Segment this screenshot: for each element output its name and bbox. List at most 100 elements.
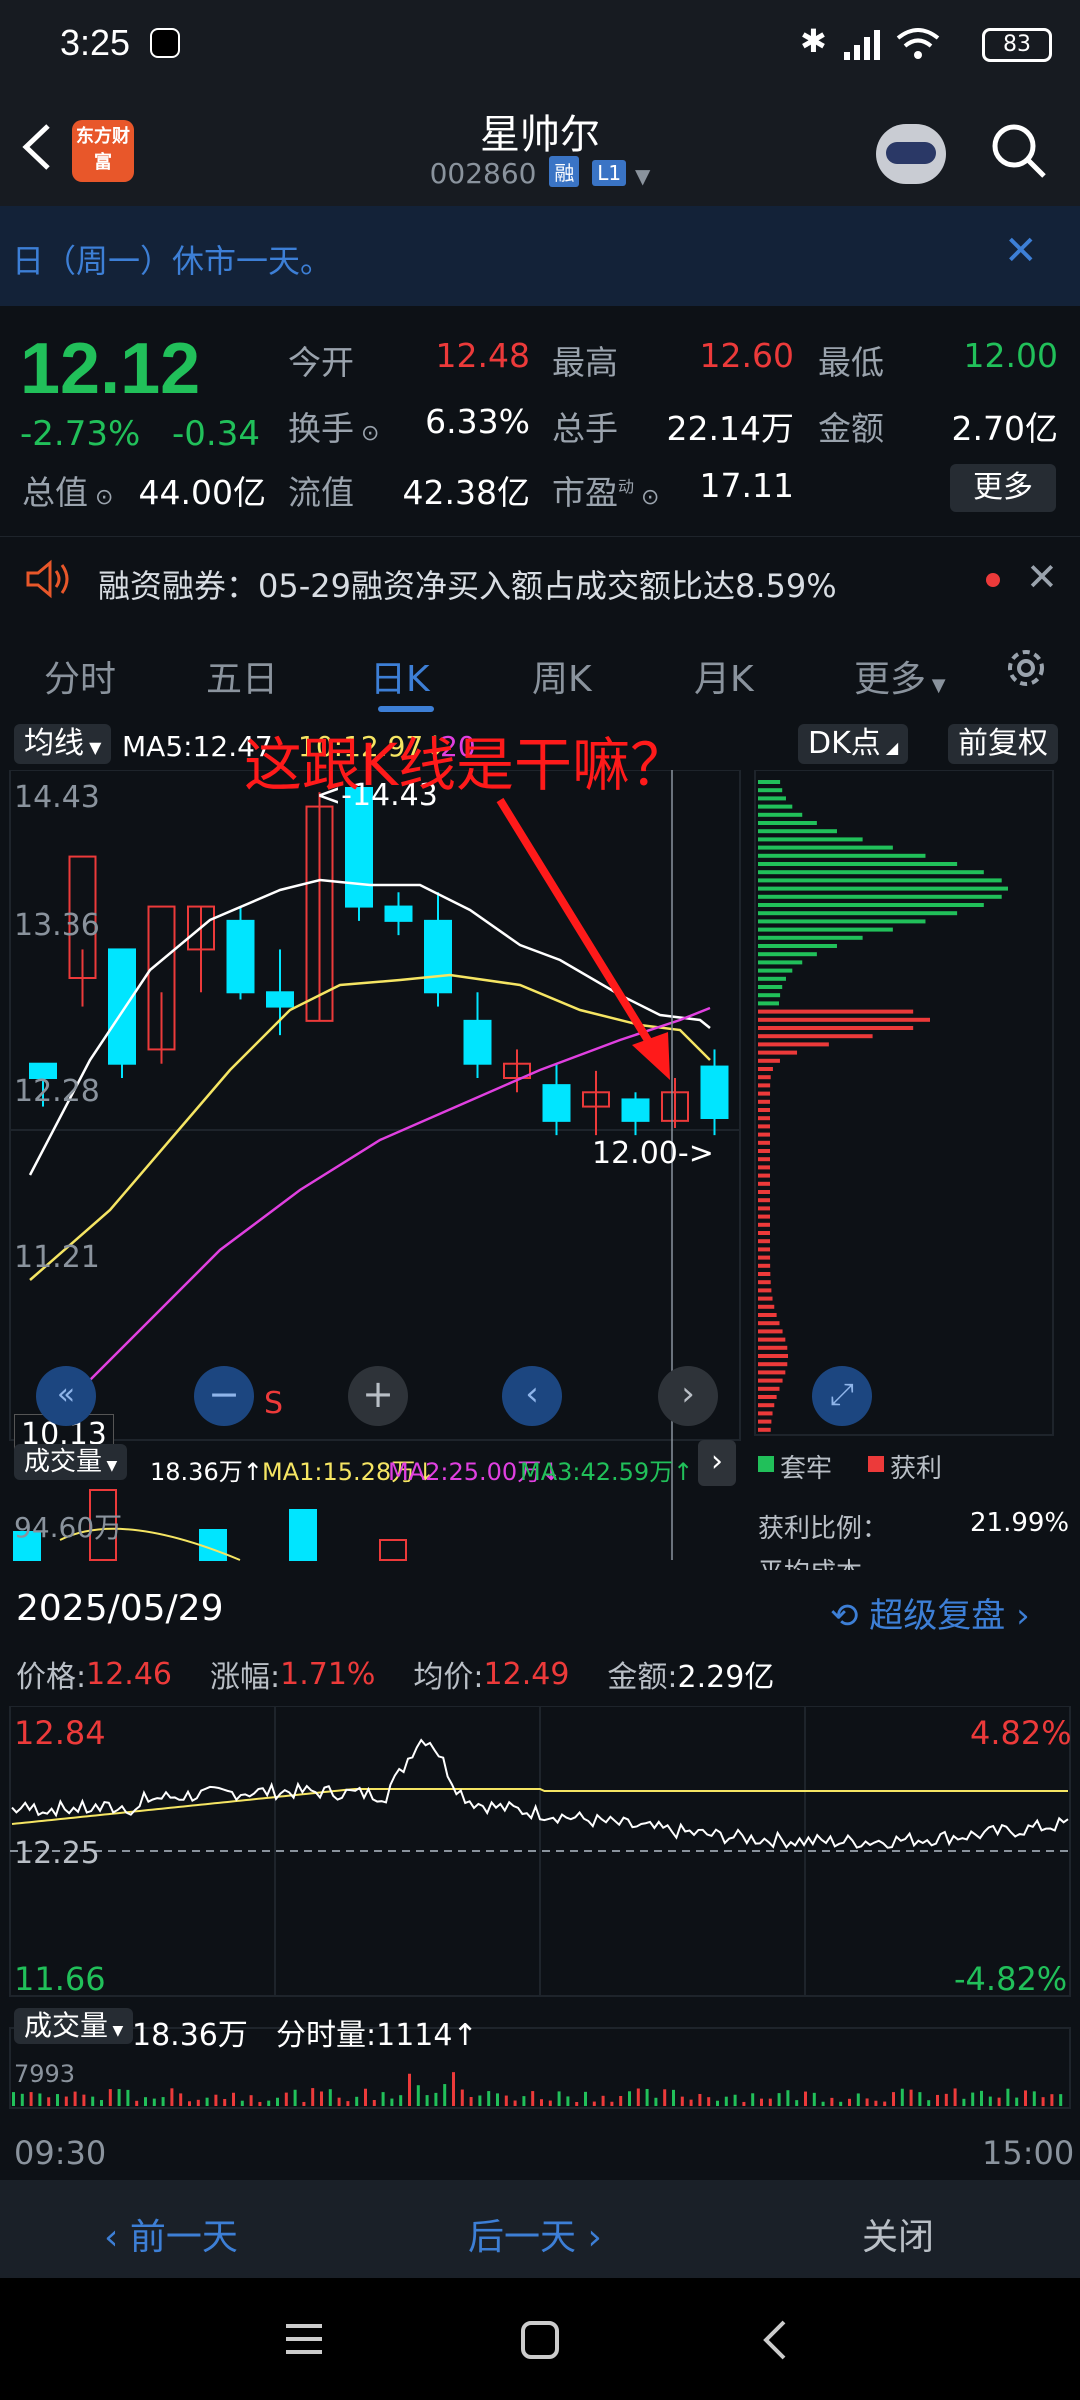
minute-volume-bar [1006,2088,1010,2106]
replay-y-bot: 11.66 [14,1960,106,1998]
tab-monthly-k[interactable]: 月K [694,650,754,702]
vol-ma3: MA3:42.59万↑ [520,1458,694,1486]
robot-assistant-icon[interactable] [876,124,946,184]
time-end: 15:00 [982,2134,1075,2172]
minute-volume-bar [848,2098,851,2106]
chip-bar [758,1222,771,1227]
home-icon[interactable] [520,2320,560,2360]
ma-selector[interactable]: 均线 ▼ [14,724,112,764]
minute-volume-bar [610,2101,614,2106]
dk-point-button[interactable]: DK点 ◢ [798,724,909,764]
expand-arrow-button[interactable]: › [698,1440,736,1486]
expand-chip-button[interactable]: ⤢ [812,1366,872,1426]
minute-volume-bar [584,2091,587,2106]
minute-volume-bar [927,2100,931,2106]
chip-bar [758,1255,771,1260]
minute-volume-bar [355,2096,359,2106]
tab-five-day[interactable]: 五日 [206,650,278,702]
zoom-in-button[interactable]: + [348,1366,408,1426]
menu-icon[interactable] [284,2320,324,2358]
minute-volume-bar [654,2097,658,2106]
scroll-right-button[interactable]: › [658,1366,718,1426]
market-notice-banner[interactable]: 日（周一）休市一天。 ✕ [0,206,1080,306]
turnover-value: 6.33% [425,402,530,441]
volume-selector[interactable]: 成交量 ▼ [14,1444,128,1480]
chip-bar [758,1354,788,1358]
super-replay-link[interactable]: ⟲ 超级复盘 › [830,1588,1030,1637]
close-icon[interactable]: ✕ [1026,555,1058,599]
stock-header: 东方财富 星帅尔 002860 融 L1 ▼ [0,90,1080,206]
replay-pct-bot: -4.82% [954,1960,1068,1998]
margin-trading-notice[interactable]: 融资融券：05-29融资净买入额占成交额比达8.59% ✕ [0,536,1080,622]
back-nav-icon[interactable] [760,2318,790,2362]
total-cap-value: 44.00亿 [138,473,266,512]
scroll-start-button[interactable]: « [36,1366,96,1426]
minute-volume-bar [364,2088,367,2106]
minute-volume-bar [179,2093,183,2106]
chip-bar [758,812,803,817]
tab-daily-k[interactable]: 日K [370,650,430,702]
replay-change: 1.71% [280,1656,376,1692]
zoom-out-button[interactable]: − [194,1366,254,1426]
minute-volume-bar [689,2099,693,2106]
minute-volume-bar [135,2100,139,2106]
tab-intraday[interactable]: 分时 [44,650,116,702]
chip-bar [758,1395,777,1399]
minute-volume-bar [20,2093,24,2106]
settings-icon[interactable] [1002,644,1050,692]
chip-bar [758,1231,771,1235]
minute-volume-bar [716,2100,719,2106]
minute-volume-bar [883,2101,887,2106]
minute-volume-bar [645,2088,649,2106]
minute-volume-bar [777,2093,781,2106]
prev-day-button[interactable]: ‹ 前一天 [104,2208,238,2260]
profit-ratio-label: 获利比例： [758,1514,889,1544]
minute-volume-bar [830,2097,834,2106]
bluetooth-icon: ✱ [800,22,827,60]
minute-volume-bar [416,2085,420,2106]
low-value: 12.00 [963,336,1058,375]
minute-volume-bar [575,2101,579,2106]
close-icon[interactable]: ✕ [1004,228,1038,274]
candle-body [266,991,294,1008]
chip-bar [758,1001,779,1006]
intraday-line-chart[interactable] [0,1706,1080,2176]
replay-vol-max: 7993 [14,2060,76,2088]
chip-bar [758,804,793,809]
user-annotation: 这跟K线是干嘛？ [244,731,689,799]
replay-y-mid: 12.25 [14,1836,100,1871]
minute-volume-bar [1059,2094,1063,2106]
minute-volume-bar [223,2098,227,2106]
chip-bar [758,1042,829,1047]
close-button[interactable]: 关闭 [862,2208,934,2260]
tab-weekly-k[interactable]: 周K [532,650,592,702]
minute-volume-bar [478,2095,482,2106]
next-day-button[interactable]: 后一天 › [468,2208,602,2260]
chip-bar [758,1419,772,1424]
minute-volume-bar [240,2100,244,2106]
minute-volume-bar [628,2091,631,2106]
minute-volume-bar [548,2100,552,2106]
chip-bar [758,1247,771,1252]
chip-bar [758,1280,771,1285]
chip-bar [758,1304,775,1309]
minute-volume-bar [443,2084,447,2106]
chip-bar [758,1378,783,1383]
notice-text: 日（周一）休市一天。 [12,242,333,280]
status-bar: 3:25 ✱ 83 [0,0,1080,90]
replay-volume-selector[interactable]: 成交量 ▼ [14,2008,134,2044]
speaker-icon [26,559,69,599]
tab-more[interactable]: 更多 ▼ [854,650,946,702]
more-button[interactable]: 更多 [950,464,1056,512]
minute-volume-bar [821,2101,825,2106]
search-icon[interactable] [990,122,1050,182]
minute-volume-bar [1050,2094,1054,2106]
candle-body [463,1019,492,1065]
adjust-button[interactable]: 前复权 [948,724,1058,764]
minute-volume-bar [971,2092,975,2106]
chip-bar [758,1075,771,1080]
ma20-line [59,1006,711,1411]
minute-volume-bar [161,2097,165,2106]
scroll-left-button[interactable]: ‹ [502,1366,562,1426]
chip-bar [758,1403,775,1408]
